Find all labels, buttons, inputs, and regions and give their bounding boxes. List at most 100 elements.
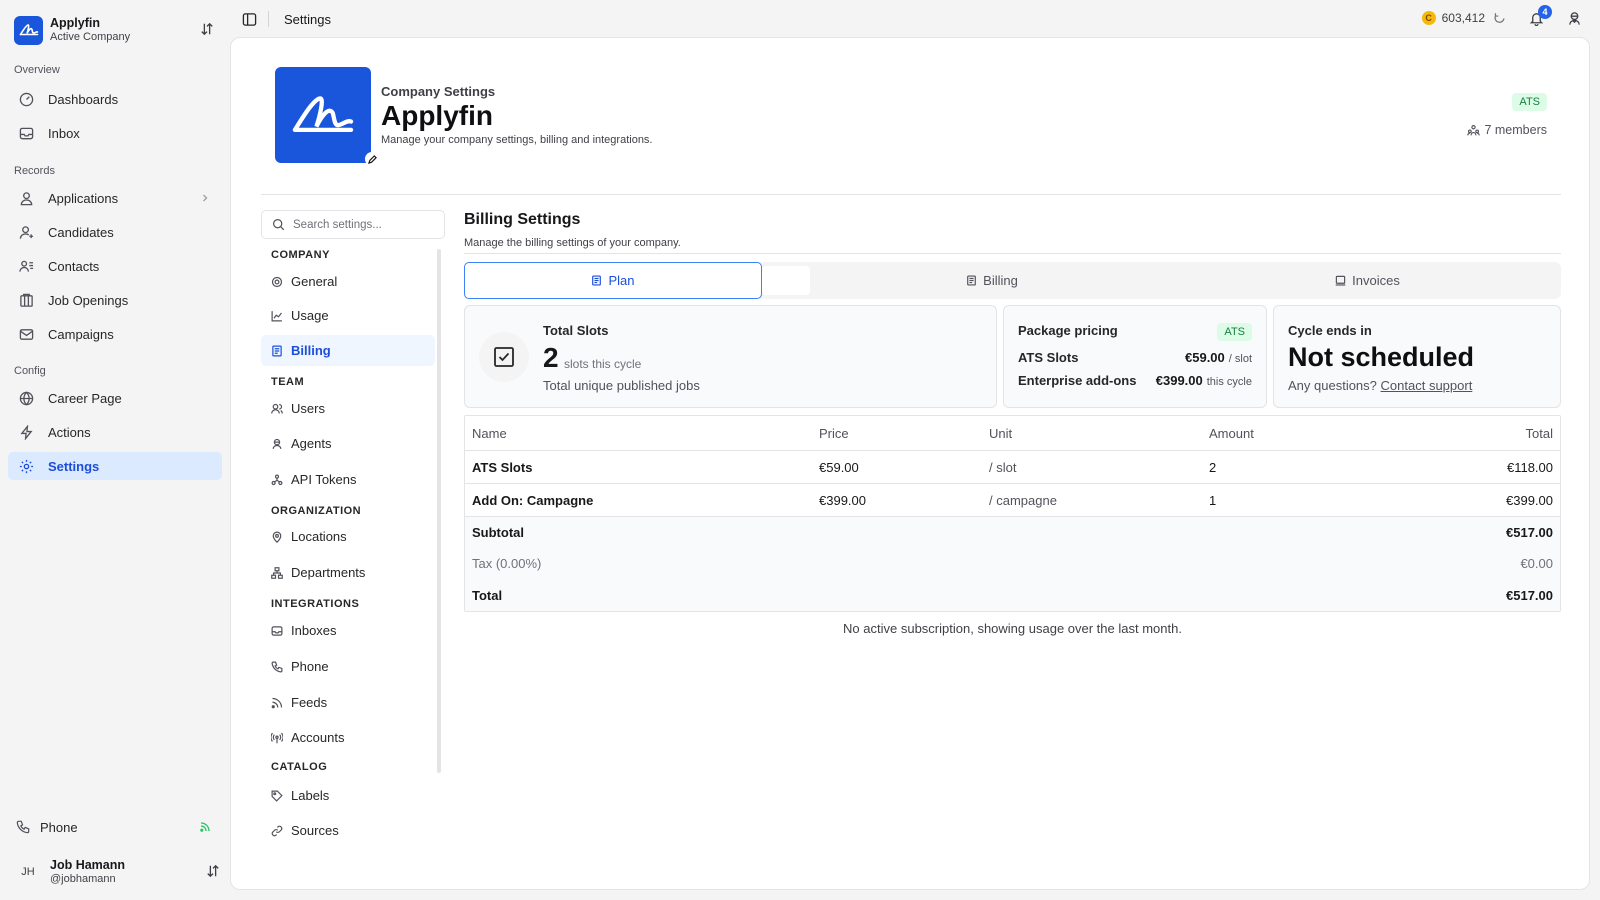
nav-item-settings[interactable]: Settings: [8, 452, 222, 480]
settings-item-billing[interactable]: Billing: [261, 335, 435, 366]
scrollbar[interactable]: [437, 249, 441, 773]
phone-label: Phone: [40, 819, 78, 835]
package-row: ATS Slots €59.00 / slot: [1018, 350, 1252, 365]
tab-plan[interactable]: Plan: [464, 262, 762, 299]
inbox-icon: [271, 625, 283, 637]
package-name: ATS Slots: [1018, 350, 1079, 365]
package-unit: this cycle: [1206, 376, 1252, 388]
settings-item-feeds[interactable]: Feeds: [261, 687, 435, 718]
tab-invoices[interactable]: Invoices: [1174, 262, 1561, 299]
total-value: €517.00: [1506, 587, 1553, 603]
nav-section-overview: Overview: [14, 64, 60, 76]
credits-balance[interactable]: C 603,412: [1421, 11, 1485, 25]
settings-item-labels[interactable]: Labels: [261, 780, 435, 811]
nav-item-campaigns[interactable]: Campaigns: [8, 320, 222, 348]
subtotal-label: Subtotal: [472, 525, 524, 540]
settings-item-label: Users: [291, 401, 325, 416]
globe-icon: [18, 390, 34, 406]
cell-name: ATS Slots: [472, 459, 533, 475]
settings-item-label: Labels: [291, 788, 330, 803]
settings-item-agents[interactable]: Agents: [261, 428, 435, 459]
nav-item-label: Inbox: [48, 125, 80, 141]
nav-item-actions[interactable]: Actions: [8, 418, 222, 446]
settings-item-usage[interactable]: Usage: [261, 300, 435, 331]
settings-search[interactable]: [261, 210, 445, 239]
user-menu[interactable]: JH Job Hamann @jobhamann: [12, 856, 222, 888]
nav-item-inbox[interactable]: Inbox: [8, 119, 222, 147]
user-name: Job Hamann: [50, 857, 126, 872]
receipt-icon: [271, 345, 283, 357]
total-slots-card: Total Slots 2 slots this cycle Total uni…: [464, 305, 997, 408]
company-title: Applyfin: [381, 100, 493, 131]
nav-item-label: Campaigns: [48, 326, 114, 342]
company-switcher[interactable]: Applyfin Active Company: [14, 12, 220, 48]
total-slots-unit: slots this cycle: [564, 357, 642, 371]
company-logo-large[interactable]: [275, 67, 371, 163]
members-label: 7 members: [1484, 123, 1547, 137]
members-icon: [1467, 124, 1484, 137]
checkbox-square-icon: [479, 332, 529, 382]
nav-item-candidates[interactable]: Candidates: [8, 218, 222, 246]
tab-billing[interactable]: Billing: [810, 262, 1174, 299]
tab-label: Billing: [983, 273, 1018, 288]
settings-item-api-tokens[interactable]: API Tokens: [261, 464, 435, 495]
settings-item-general[interactable]: General: [261, 266, 435, 297]
settings-item-locations[interactable]: Locations: [261, 521, 435, 552]
settings-item-label: Phone: [291, 659, 329, 674]
gear-icon: [18, 458, 34, 474]
billing-table: Name Price Unit Amount Total ATS Slots €…: [464, 415, 1561, 612]
column-header: Unit: [989, 425, 1013, 441]
receipt-icon: [591, 275, 608, 286]
divider: [268, 11, 269, 27]
switch-arrows-icon[interactable]: [206, 864, 220, 878]
nav-item-label: Dashboards: [48, 91, 119, 107]
total-label: Total: [472, 587, 503, 603]
settings-item-users[interactable]: Users: [261, 393, 435, 424]
dashboard-icon: [18, 91, 34, 107]
nav-item-label: Career Page: [48, 390, 122, 406]
nav-item-applications[interactable]: Applications: [8, 184, 222, 212]
user-icon: [18, 190, 34, 206]
rss-icon: [271, 697, 283, 709]
phone-icon: [16, 820, 30, 834]
package-pricing-card: Package pricing ATS ATS Slots €59.00 / s…: [1003, 305, 1267, 408]
nav-item-career-page[interactable]: Career Page: [8, 384, 222, 412]
building-icon: [18, 292, 34, 308]
nodes-icon: [271, 474, 283, 486]
agent-icon[interactable]: [1567, 11, 1582, 26]
settings-item-sources[interactable]: Sources: [261, 815, 435, 846]
package-price: €59.00: [1185, 350, 1225, 365]
switch-arrows-icon[interactable]: [200, 22, 214, 36]
settings-item-accounts[interactable]: Accounts: [261, 722, 435, 753]
members-count[interactable]: 7 members: [1467, 123, 1547, 137]
settings-item-phone[interactable]: Phone: [261, 651, 435, 682]
settings-search-input[interactable]: [293, 218, 433, 231]
sidebar-toggle-icon[interactable]: [242, 12, 257, 27]
chart-line-icon: [271, 310, 283, 322]
settings-section-team: TEAM: [271, 376, 305, 388]
nav-item-dashboards[interactable]: Dashboards: [8, 85, 222, 113]
settings-item-inboxes[interactable]: Inboxes: [261, 615, 435, 646]
company-name: Applyfin: [50, 15, 100, 30]
cell-unit: / slot: [989, 459, 1017, 475]
agent-icon: [271, 438, 283, 450]
contact-support-link[interactable]: Contact support: [1381, 378, 1473, 393]
package-unit: / slot: [1228, 353, 1252, 365]
refresh-icon[interactable]: [1493, 12, 1506, 25]
header-kicker: Company Settings: [381, 84, 496, 99]
settings-item-departments[interactable]: Departments: [261, 557, 435, 588]
nav-item-label: Actions: [48, 424, 91, 440]
cell-name: Add On: Campagne: [472, 492, 594, 508]
nav-item-contacts[interactable]: Contacts: [8, 252, 222, 280]
map-pin-icon: [271, 531, 283, 543]
nav-item-job-openings[interactable]: Job Openings: [8, 286, 222, 314]
settings-item-label: General: [291, 274, 338, 289]
edit-pencil-icon[interactable]: [365, 152, 379, 166]
receipt-icon: [966, 275, 983, 286]
tax-row: Tax (0.00%) €0.00: [465, 548, 1560, 579]
package-pricing-label: Package pricing: [1018, 323, 1118, 338]
main-panel: Company Settings Applyfin Manage your co…: [230, 37, 1590, 890]
phone-status-row[interactable]: Phone: [8, 814, 222, 840]
settings-item-label: Feeds: [291, 695, 328, 710]
column-header: Total: [1525, 425, 1553, 441]
